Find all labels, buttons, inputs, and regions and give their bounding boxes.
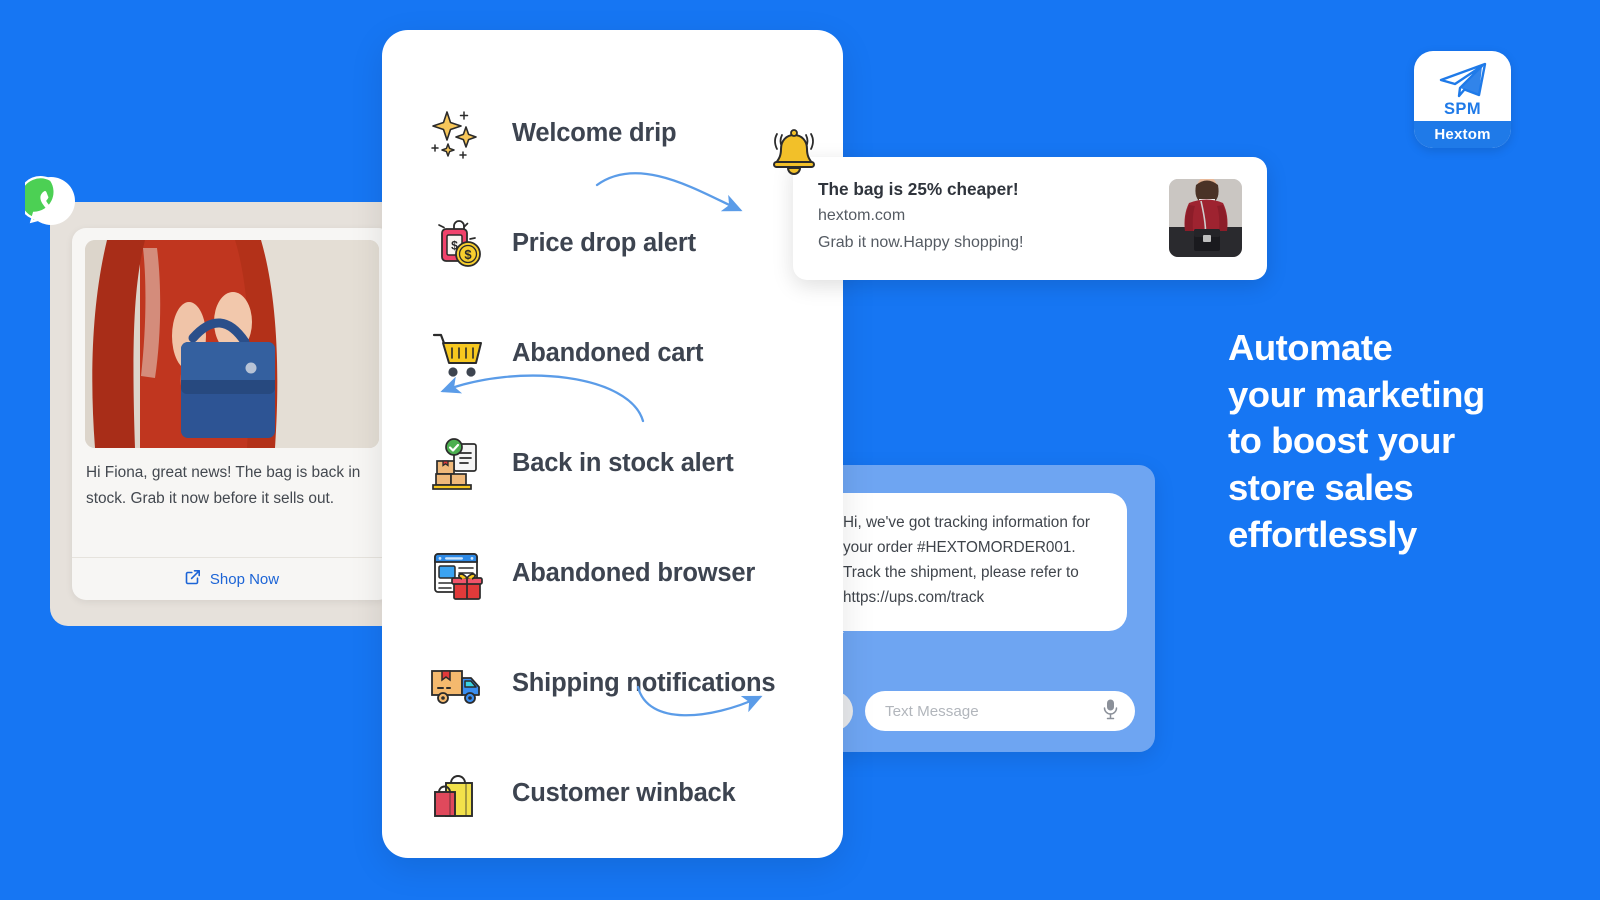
feature-label: Abandoned cart: [512, 338, 704, 367]
sms-conversation-panel: SMS Hi, we've got tracking information f…: [768, 426, 1155, 752]
external-link-icon: [185, 569, 201, 589]
headline-line: effortlessly: [1228, 513, 1417, 555]
feature-row-abandoned-browser[interactable]: Abandoned browser: [422, 518, 842, 628]
shopping-bags-icon: [422, 758, 492, 828]
sparkles-icon: [422, 98, 492, 168]
feature-label: Customer winback: [512, 778, 736, 807]
shopping-cart-icon: [422, 318, 492, 388]
feature-row-customer-winback[interactable]: Customer winback: [422, 738, 842, 848]
feature-label: Price drop alert: [512, 228, 696, 257]
headline-line: Automate: [1228, 327, 1393, 368]
push-title: The bag is 25% cheaper!: [818, 179, 1019, 199]
app-logo[interactable]: SPM Hextom: [1414, 51, 1511, 148]
feature-row-price-drop-alert[interactable]: $ $ Price drop alert: [422, 188, 842, 298]
sms-input-placeholder: Text Message: [885, 702, 979, 720]
push-body: Grab it now.Happy shopping!: [818, 234, 1024, 251]
push-source: hextom.com: [818, 207, 906, 224]
delivery-truck-icon: [422, 648, 492, 718]
feature-row-shipping-notifications[interactable]: Shipping notifications: [422, 628, 842, 738]
headline-line: store sales: [1228, 467, 1414, 509]
svg-text:$: $: [464, 247, 472, 262]
sms-input-row: + Text Message: [813, 691, 1135, 731]
sms-text-input[interactable]: Text Message: [865, 691, 1135, 731]
logo-brand-band: Hextom: [1414, 121, 1511, 148]
whatsapp-message-text: Hi Fiona, great news! The bag is back in…: [86, 464, 361, 508]
logo-brand-text: Hextom: [1434, 126, 1491, 143]
price-tag-coin-icon: $ $: [422, 208, 492, 278]
whatsapp-card-inner: Hi Fiona, great news! The bag is back in…: [72, 228, 392, 600]
feature-label: Welcome drip: [512, 118, 677, 147]
bell-icon: [763, 124, 825, 186]
shop-now-label: Shop Now: [209, 570, 280, 588]
push-notification-card[interactable]: The bag is 25% cheaper! hextom.com Grab …: [773, 129, 1267, 280]
headline-line: to boost your: [1228, 420, 1455, 462]
feature-list: Welcome drip $ $ Price drop alert Abando…: [422, 78, 842, 848]
page-title: Automate your marketing to boost your st…: [1228, 325, 1568, 559]
sms-message-bubble: Hi, we've got tracking information for y…: [820, 493, 1127, 631]
feature-label: Back in stock alert: [512, 448, 734, 477]
browser-gift-icon: [422, 538, 492, 608]
feature-row-back-in-stock-alert[interactable]: Back in stock alert: [422, 408, 842, 518]
boxes-checklist-icon: [422, 428, 492, 498]
push-thumbnail: [1169, 179, 1242, 257]
whatsapp-icon: [18, 175, 77, 227]
feature-label: Abandoned browser: [512, 558, 756, 587]
logo-spm-text: SPM: [1444, 100, 1481, 118]
shop-now-button[interactable]: Shop Now: [72, 558, 392, 600]
paper-plane-icon: [1438, 61, 1488, 104]
headline-line: your marketing: [1228, 373, 1485, 415]
feature-label: Shipping notifications: [512, 668, 776, 697]
feature-row-abandoned-cart[interactable]: Abandoned cart: [422, 298, 842, 408]
microphone-icon[interactable]: [1102, 698, 1119, 725]
product-photo: [85, 240, 379, 448]
poster-canvas: Welcome drip $ $ Price drop alert Abando…: [0, 0, 1600, 900]
